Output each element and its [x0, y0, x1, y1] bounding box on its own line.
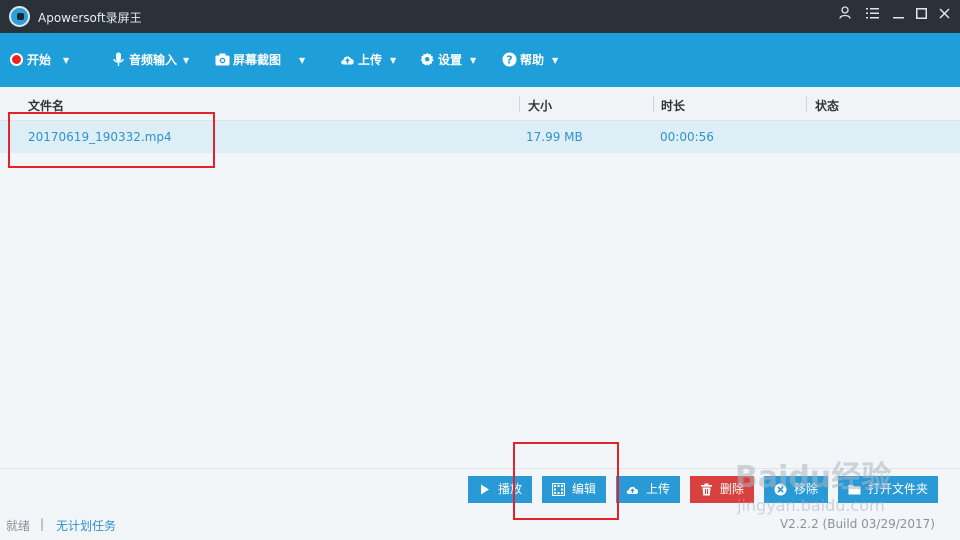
camera-icon	[215, 53, 230, 66]
column-header-size[interactable]: 大小	[528, 97, 552, 114]
help-icon: ?	[502, 52, 517, 67]
start-record-button[interactable]: 开始 ▼	[10, 50, 69, 70]
column-divider[interactable]	[653, 96, 654, 112]
upload-button[interactable]: 上传 ▼	[340, 50, 396, 70]
screenshot-label: 屏幕截图	[233, 53, 282, 67]
delete-button[interactable]: 删除	[690, 476, 754, 503]
upload-label: 上传	[358, 53, 383, 67]
chevron-down-icon: ▼	[470, 56, 477, 65]
open-folder-button[interactable]: 打开文件夹	[838, 476, 938, 503]
svg-text:?: ?	[506, 54, 512, 67]
chevron-down-icon: ▼	[63, 56, 70, 65]
highlight-box-filename	[8, 112, 215, 168]
file-duration-cell: 00:00:56	[660, 130, 714, 144]
chevron-down-icon: ▼	[390, 56, 397, 65]
file-size-cell: 17.99 MB	[526, 130, 583, 144]
title-bar: Apowersoft录屏王	[0, 0, 960, 33]
audio-input-button[interactable]: 音频输入 ▼	[111, 50, 189, 70]
chevron-down-icon: ▼	[299, 56, 306, 65]
version-label: V2.2.2 (Build 03/29/2017)	[779, 517, 935, 531]
settings-label: 设置	[438, 53, 463, 67]
menu-list-icon[interactable]	[862, 6, 882, 26]
app-title: Apowersoft录屏王	[38, 11, 142, 25]
toolbar: 开始 ▼ 音频输入 ▼ 屏幕截图 ▼ 上传 ▼ 设置 ▼ ? 帮助 ▼	[0, 33, 960, 87]
column-divider[interactable]	[519, 96, 520, 112]
status-separator: |	[40, 517, 45, 531]
play-icon	[481, 484, 489, 495]
chevron-down-icon: ▼	[183, 56, 190, 65]
close-icon[interactable]	[934, 6, 954, 26]
screenshot-button[interactable]: 屏幕截图 ▼	[215, 50, 305, 70]
maximize-icon[interactable]	[911, 6, 931, 26]
minimize-icon[interactable]	[888, 6, 908, 26]
delete-label: 删除	[720, 482, 745, 496]
settings-button[interactable]: 设置 ▼	[420, 50, 476, 70]
folder-icon	[848, 485, 861, 495]
cloud-upload-icon	[626, 486, 639, 494]
remove-button[interactable]: 移除	[764, 476, 828, 503]
file-list-body[interactable]	[0, 153, 960, 468]
start-label: 开始	[27, 53, 52, 67]
column-divider[interactable]	[806, 96, 807, 112]
microphone-icon	[113, 52, 124, 66]
cloud-upload-icon	[341, 56, 354, 65]
gear-icon	[420, 52, 434, 66]
column-header-status[interactable]: 状态	[815, 97, 839, 114]
upload-file-label: 上传	[646, 482, 671, 496]
remove-icon	[774, 483, 787, 496]
scheduled-task-link[interactable]: 无计划任务	[56, 517, 116, 534]
help-button[interactable]: ? 帮助 ▼	[502, 50, 558, 70]
trash-icon	[701, 483, 712, 496]
help-label: 帮助	[520, 53, 545, 67]
column-header-duration[interactable]: 时长	[661, 97, 685, 114]
chevron-down-icon: ▼	[552, 56, 559, 65]
open-folder-label: 打开文件夹	[868, 482, 929, 496]
remove-label: 移除	[794, 482, 819, 496]
record-icon	[10, 53, 23, 66]
user-icon[interactable]	[835, 6, 855, 26]
highlight-box-edit	[513, 442, 619, 520]
status-text: 就绪	[6, 519, 31, 533]
app-logo-icon	[9, 6, 30, 27]
upload-file-button[interactable]: 上传	[616, 476, 680, 503]
audio-input-label: 音频输入	[129, 53, 178, 67]
